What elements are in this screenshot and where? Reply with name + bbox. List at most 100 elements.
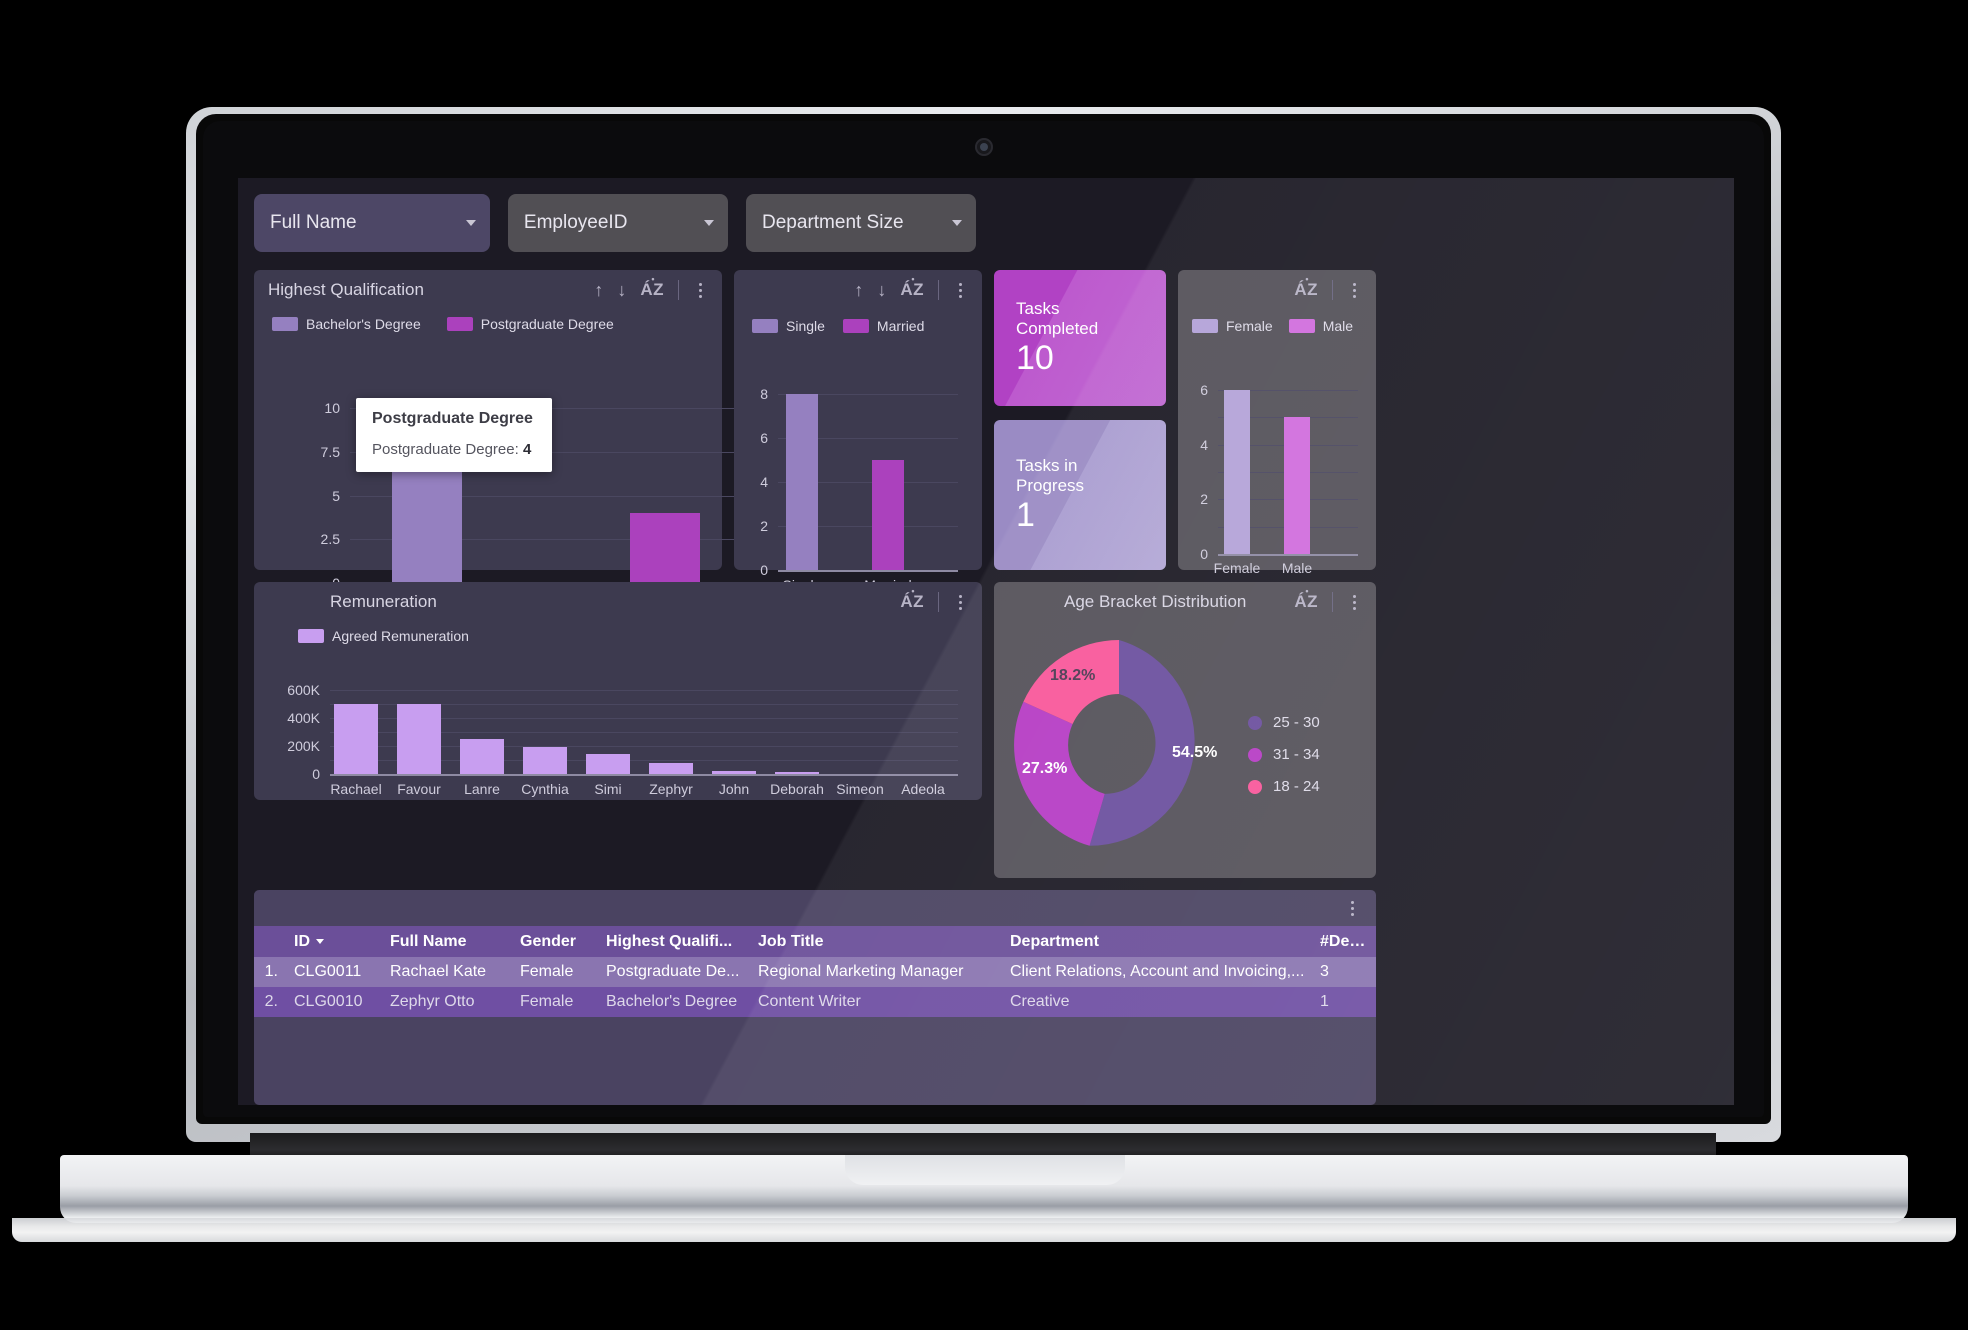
- kpi-label: Tasks in Progress: [1016, 455, 1085, 495]
- more-options-icon[interactable]: [1347, 593, 1362, 612]
- sort-descending-icon[interactable]: ↓: [877, 281, 886, 299]
- sort-alpha-icon[interactable]: ÁZ •: [900, 274, 924, 300]
- sort-alpha-icon[interactable]: ÁZ •: [1294, 274, 1318, 300]
- table-header-department[interactable]: Department: [1004, 933, 1314, 951]
- sort-alpha-icon[interactable]: ÁZ •: [640, 274, 664, 300]
- legend-item[interactable]: Postgraduate Degree: [446, 316, 614, 332]
- panel-toolbar: ↑ ↓ ÁZ •: [594, 274, 708, 300]
- legend-item[interactable]: Male: [1288, 318, 1353, 334]
- bar-simi[interactable]: [586, 753, 630, 774]
- legend-item[interactable]: Female: [1192, 318, 1273, 334]
- bar-married[interactable]: [872, 460, 904, 570]
- more-options-icon[interactable]: [953, 281, 968, 300]
- legend-item[interactable]: Bachelor's Degree: [272, 316, 421, 332]
- legend-swatch-icon: [298, 629, 324, 643]
- chevron-down-icon: [952, 220, 962, 226]
- row-dept-count: 1: [1320, 993, 1329, 1010]
- filter-department-size-label: Department Size: [762, 212, 904, 233]
- bar-deborah[interactable]: [775, 771, 819, 774]
- filter-department-size[interactable]: Department Size: [746, 194, 976, 252]
- kpi-tasks-in-progress[interactable]: Tasks in Progress 1: [994, 420, 1166, 570]
- sort-ascending-icon[interactable]: ↑: [594, 281, 603, 299]
- row-id: CLG0011: [294, 963, 362, 980]
- bar-male[interactable]: [1284, 417, 1310, 554]
- tooltip-row-value: 4: [522, 441, 532, 458]
- table-header-gender[interactable]: Gender: [514, 933, 600, 951]
- legend-item[interactable]: 25 - 30: [1248, 714, 1320, 731]
- x-tick: John: [718, 781, 750, 797]
- x-tick: Deborah: [770, 781, 824, 797]
- legend-label: Single: [786, 318, 825, 334]
- kpi-tasks-completed[interactable]: Tasks Completed 10: [994, 270, 1166, 406]
- legend-item[interactable]: Single: [752, 318, 825, 334]
- filter-employee-id[interactable]: EmployeeID: [507, 194, 729, 252]
- x-tick: Female: [1213, 560, 1261, 576]
- tooltip-row-label: Postgraduate Degree:: [372, 441, 519, 458]
- legend-dot-icon: [1248, 747, 1262, 762]
- table-header-full-name[interactable]: Full Name: [384, 933, 514, 951]
- bar-zephyr[interactable]: [649, 762, 693, 774]
- legend-item[interactable]: Agreed Remuneration: [298, 628, 469, 644]
- kpi-value: 1: [1016, 495, 1035, 534]
- chart-legend: Single Married: [734, 318, 982, 334]
- row-full-name: Rachael Kate: [390, 963, 487, 980]
- bar-john[interactable]: [712, 770, 756, 774]
- bar-favour[interactable]: [397, 704, 441, 774]
- legend-item[interactable]: 31 - 34: [1248, 746, 1320, 763]
- legend-item[interactable]: 18 - 24: [1248, 778, 1320, 795]
- bar-cynthia[interactable]: [523, 746, 567, 774]
- sort-ascending-icon[interactable]: ↑: [854, 281, 863, 299]
- table-header-id[interactable]: ID: [288, 933, 384, 951]
- screen: Full Name EmployeeID Department Size Hig…: [238, 178, 1734, 1105]
- legend-label: Agreed Remuneration: [332, 628, 469, 644]
- y-tick: 0: [312, 766, 320, 782]
- filter-full-name[interactable]: Full Name: [254, 194, 490, 252]
- sort-descending-icon[interactable]: ↓: [617, 281, 626, 299]
- laptop-lid-notch: [845, 1155, 1125, 1185]
- table-header-dept-count[interactable]: #Dept(s): [1314, 933, 1374, 951]
- bar-lanre[interactable]: [460, 739, 504, 774]
- filter-employee-id-label: EmployeeID: [523, 212, 628, 233]
- row-job-title: Content Writer: [758, 993, 861, 1010]
- x-axis: [1218, 554, 1358, 556]
- bar-single[interactable]: [786, 394, 818, 570]
- x-tick: Simi: [594, 781, 622, 797]
- gridline: [330, 690, 958, 691]
- table-header-row: ID Full Name Gender Highest Qualifi... J…: [254, 926, 1376, 957]
- more-options-icon[interactable]: [1347, 281, 1362, 300]
- y-tick: 7.5: [320, 443, 340, 460]
- sort-alpha-icon[interactable]: ÁZ •: [1294, 586, 1318, 612]
- legend-label: 18 - 24: [1273, 778, 1320, 795]
- toolbar-divider: [938, 592, 939, 612]
- sort-alpha-icon[interactable]: ÁZ •: [900, 586, 924, 612]
- chevron-down-icon: [704, 220, 715, 226]
- filter-bar: Full Name EmployeeID Department Size: [254, 194, 976, 252]
- table-header-qualification[interactable]: Highest Qualifi...: [600, 933, 752, 951]
- panel-toolbar: ÁZ •: [900, 586, 968, 612]
- legend-swatch-icon: [752, 319, 778, 333]
- legend-dot-icon: [1248, 779, 1262, 794]
- more-options-icon[interactable]: [1345, 899, 1360, 918]
- table-row[interactable]: 1. CLG0011 Rachael Kate Female Postgradu…: [254, 957, 1376, 987]
- table-header-job-title[interactable]: Job Title: [752, 933, 1004, 951]
- legend-label: Postgraduate Degree: [480, 316, 614, 332]
- bar-postgraduate[interactable]: [630, 513, 700, 583]
- more-options-icon[interactable]: [953, 593, 968, 612]
- row-index: 2.: [264, 993, 278, 1010]
- more-options-icon[interactable]: [693, 281, 708, 300]
- y-tick: 10: [324, 400, 340, 416]
- y-tick: 6: [1200, 382, 1208, 398]
- bar-rachael[interactable]: [334, 704, 378, 774]
- panel-toolbar: ÁZ •: [1294, 274, 1362, 300]
- row-index: 1.: [264, 963, 278, 980]
- laptop-foot: [12, 1218, 1956, 1242]
- table-row[interactable]: 2. CLG0010 Zephyr Otto Female Bachelor's…: [254, 987, 1376, 1017]
- y-tick: 2: [760, 518, 768, 534]
- toolbar-divider: [938, 280, 939, 300]
- webcam-icon: [975, 138, 993, 156]
- bar-female[interactable]: [1224, 390, 1250, 554]
- row-gender: Female: [520, 963, 574, 980]
- toolbar-divider: [1332, 280, 1333, 300]
- legend-item[interactable]: Married: [842, 318, 924, 334]
- x-tick: Rachael: [330, 781, 382, 797]
